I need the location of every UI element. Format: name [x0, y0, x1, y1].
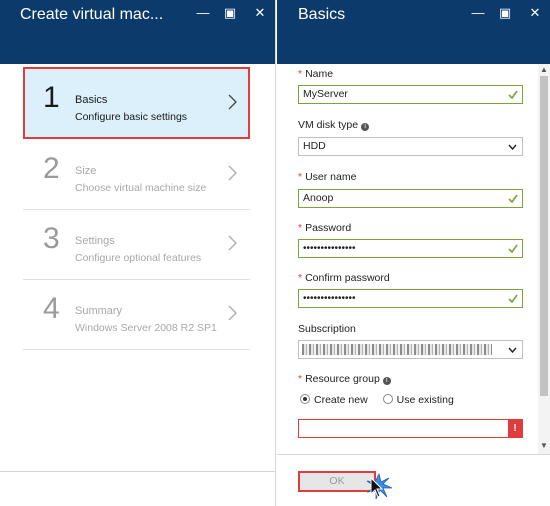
- name-label: * Name: [298, 68, 334, 80]
- chevron-down-icon: [508, 144, 517, 150]
- subscription-select[interactable]: [298, 340, 523, 359]
- step-title: Basics: [75, 94, 108, 106]
- step-basics[interactable]: 1 Basics Configure basic settings: [23, 67, 250, 139]
- check-icon: [508, 244, 518, 253]
- scrollbar[interactable]: ▲ ▼: [538, 64, 550, 454]
- chevron-right-icon: [228, 305, 237, 321]
- step-title: Size: [75, 165, 97, 177]
- step-size[interactable]: 2 Size Choose virtual machine size: [23, 138, 250, 210]
- blade-title: Create virtual mac...: [20, 6, 164, 23]
- subscription-label: Subscription: [298, 323, 356, 335]
- step-subtitle: Windows Server 2008 R2 SP1: [75, 322, 217, 334]
- scrollbar-thumb[interactable]: [540, 76, 548, 396]
- disk-type-label: VM disk type i: [298, 119, 370, 131]
- divider: [277, 454, 550, 455]
- use-existing-radio[interactable]: [382, 394, 393, 404]
- close-icon[interactable]: ✕: [252, 5, 268, 21]
- chevron-right-icon: [228, 165, 237, 181]
- name-input[interactable]: MyServer: [298, 85, 523, 104]
- step-subtitle: Configure optional features: [75, 252, 202, 264]
- disk-type-select[interactable]: HDD: [298, 137, 523, 156]
- step-number: 3: [43, 222, 60, 255]
- blade-title: Basics: [298, 6, 346, 23]
- step-title: Settings: [75, 235, 115, 247]
- resource-group-options: Create new Use existing: [300, 394, 466, 406]
- redacted-subscription: [302, 344, 492, 355]
- chevron-right-icon: [228, 235, 237, 251]
- blade-header: Create virtual mac... — ▣ ✕: [0, 0, 275, 64]
- blade-header: Basics — ▣ ✕: [277, 0, 550, 64]
- check-icon: [508, 90, 518, 99]
- create-new-radio[interactable]: [300, 394, 310, 404]
- basics-form: * Name MyServer VM disk type i HDD * User n…: [277, 64, 550, 454]
- info-icon: i: [382, 377, 391, 385]
- chevron-down-icon: [508, 347, 517, 353]
- user-name-input[interactable]: Anoop: [298, 189, 523, 208]
- use-existing-label[interactable]: Use existing: [397, 394, 454, 406]
- resource-group-input[interactable]: !: [298, 419, 523, 438]
- step-title: Summary: [75, 305, 123, 317]
- step-number: 1: [43, 81, 60, 114]
- scroll-down-icon[interactable]: ▼: [540, 442, 548, 450]
- step-summary[interactable]: 4 Summary Windows Server 2008 R2 SP1: [23, 278, 250, 350]
- maximize-icon[interactable]: ▣: [497, 5, 513, 21]
- scroll-up-icon[interactable]: ▲: [540, 66, 548, 74]
- step-number: 2: [43, 152, 60, 185]
- maximize-icon[interactable]: ▣: [222, 5, 238, 21]
- create-vm-blade: Create virtual mac... — ▣ ✕ 1 Basics Con…: [0, 0, 276, 506]
- basics-blade: Basics — ▣ ✕ * Name MyServer VM disk type…: [277, 0, 550, 506]
- divider: [0, 471, 276, 472]
- check-icon: [508, 294, 518, 303]
- chevron-right-icon: [228, 94, 237, 110]
- confirm-password-label: * Confirm password: [298, 272, 390, 284]
- password-input[interactable]: •••••••••••••••: [298, 239, 523, 258]
- info-icon: i: [361, 123, 370, 131]
- check-icon: [508, 194, 518, 203]
- error-icon: !: [508, 420, 522, 437]
- step-subtitle: Choose virtual machine size: [75, 182, 207, 194]
- step-number: 4: [43, 292, 60, 325]
- step-settings[interactable]: 3 Settings Configure optional features: [23, 208, 250, 280]
- password-label: * Password: [298, 222, 352, 234]
- step-subtitle: Configure basic settings: [75, 111, 188, 123]
- user-name-label: * User name: [298, 171, 357, 183]
- resource-group-label: * Resource group i: [298, 373, 391, 385]
- confirm-password-input[interactable]: •••••••••••••••: [298, 289, 523, 308]
- create-new-label[interactable]: Create new: [314, 394, 368, 406]
- minimize-icon[interactable]: —: [470, 5, 486, 21]
- minimize-icon[interactable]: —: [195, 5, 211, 21]
- close-icon[interactable]: ✕: [527, 5, 543, 21]
- mouse-cursor-icon: [366, 472, 393, 500]
